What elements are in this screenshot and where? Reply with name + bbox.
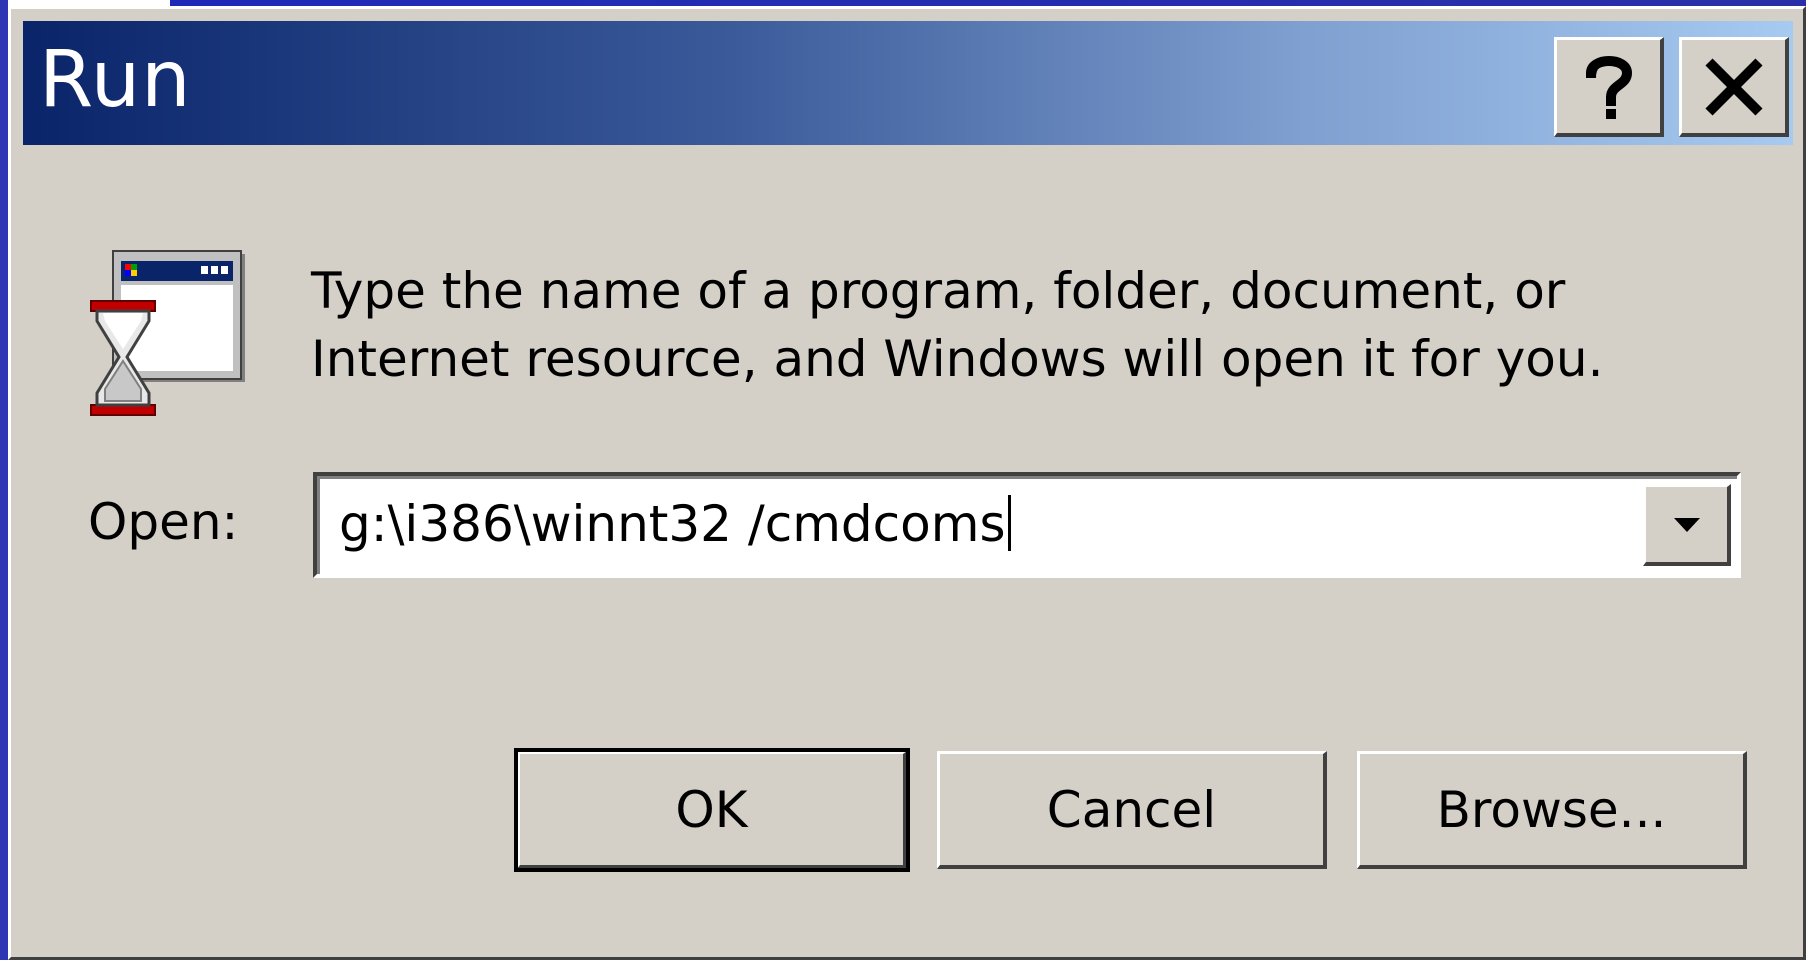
run-dialog: Run Type the name of a program, folder, … (8, 6, 1806, 960)
instruction-text: Type the name of a program, folder, docu… (311, 257, 1661, 393)
desktop-background-left (0, 0, 8, 960)
open-combobox[interactable]: g:\i386\winnt32 /cmdcoms (313, 472, 1741, 578)
open-input[interactable]: g:\i386\winnt32 /cmdcoms (339, 490, 1011, 558)
window-title: Run (39, 35, 192, 125)
instruction-line-1: Type the name of a program, folder, docu… (311, 262, 1566, 320)
dropdown-button[interactable] (1643, 484, 1731, 566)
browse-button[interactable]: Browse... (1357, 751, 1747, 869)
title-bar[interactable]: Run (23, 21, 1793, 145)
open-input-value: g:\i386\winnt32 /cmdcoms (339, 495, 1006, 553)
help-button[interactable] (1554, 37, 1664, 137)
open-label: Open: (88, 493, 239, 551)
chevron-down-icon (1673, 517, 1700, 532)
ok-button[interactable]: OK (514, 748, 910, 872)
run-program-icon (90, 250, 245, 416)
instruction-line-2: Internet resource, and Windows will open… (311, 330, 1604, 388)
close-button[interactable] (1679, 37, 1789, 137)
text-caret (1007, 495, 1011, 551)
cancel-button[interactable]: Cancel (937, 751, 1327, 869)
close-icon (1704, 57, 1763, 116)
question-mark-icon (1585, 55, 1632, 119)
